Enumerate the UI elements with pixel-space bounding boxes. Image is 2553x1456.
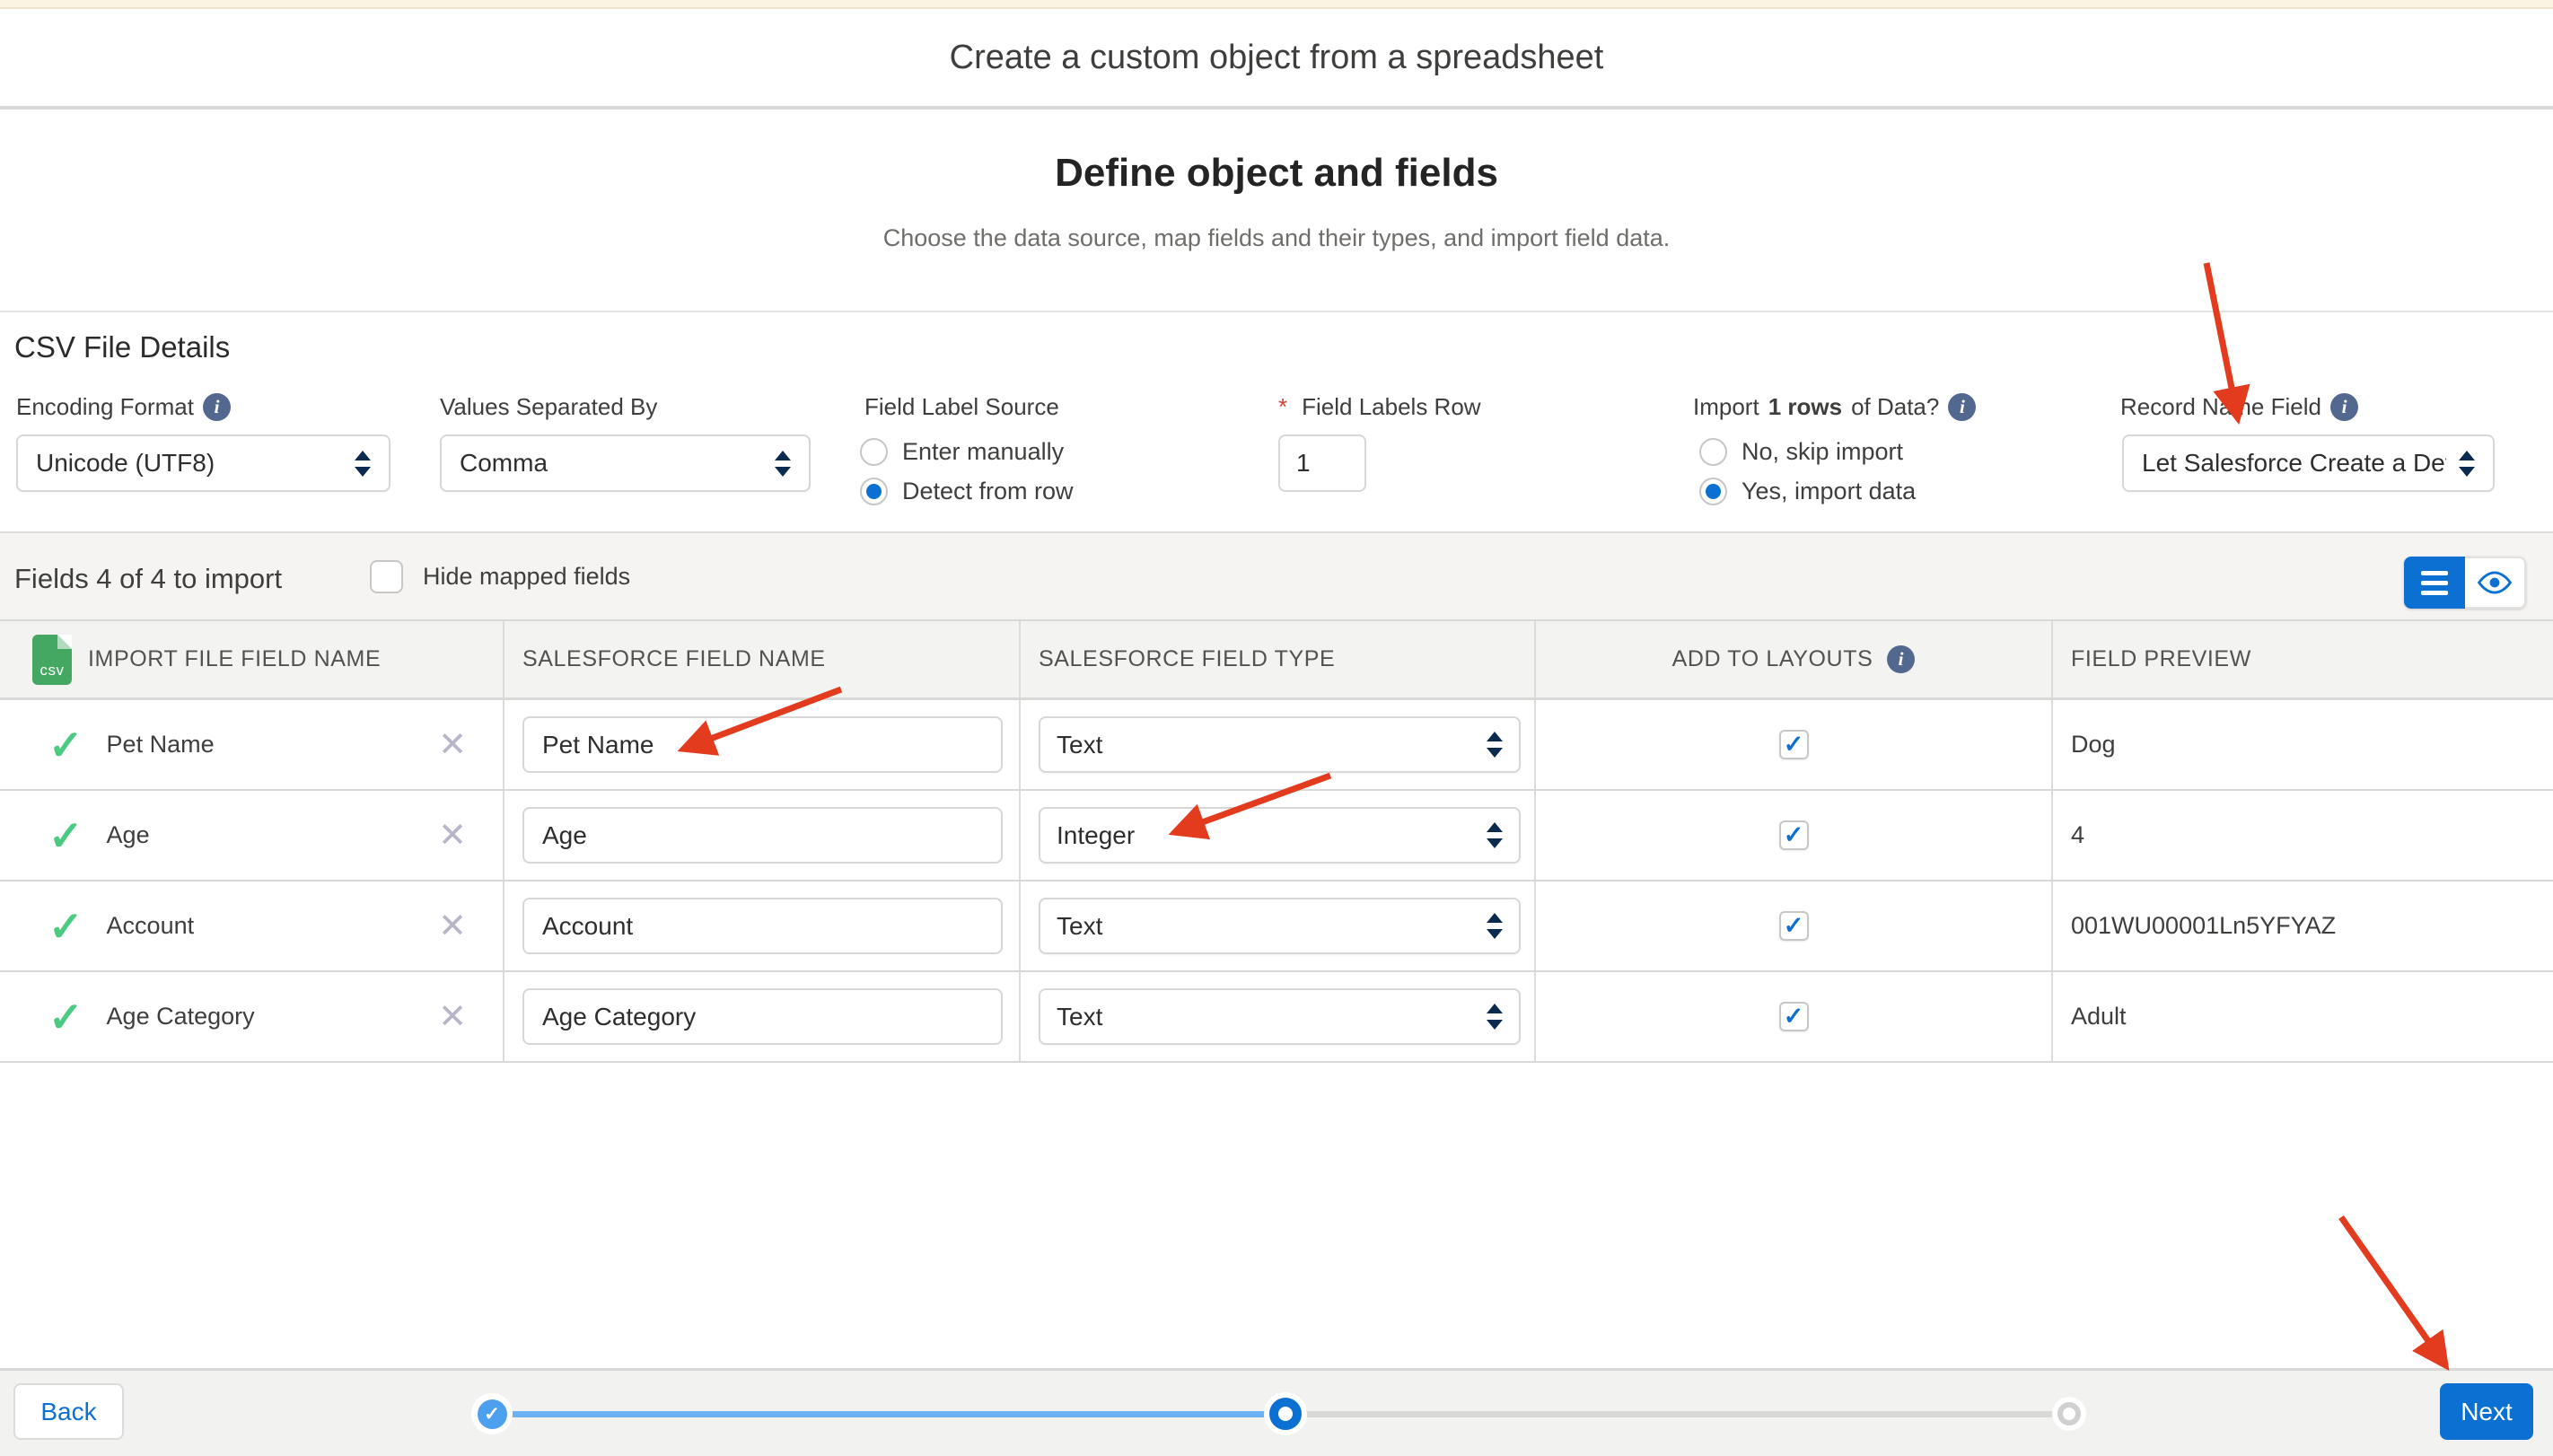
add-to-layouts-checkbox[interactable]: ✓ <box>1779 820 1809 850</box>
annotation-arrow-record-name-field <box>2206 263 2237 415</box>
salesforce-field-name-input[interactable] <box>522 988 1003 1045</box>
salesforce-field-name-input[interactable] <box>522 807 1003 864</box>
table-row: ✓ Age ✕ Integer ✓ 4 <box>0 791 2553 881</box>
list-icon <box>2421 571 2448 595</box>
import-field-name: Age <box>107 821 439 849</box>
upcoming-step-dot <box>2057 1402 2081 1425</box>
header-salesforce-field-name: SALESFORCE FIELD NAME <box>504 621 1021 697</box>
csv-file-icon: csv <box>32 635 72 685</box>
wizard-title-bar: Create a custom object from a spreadshee… <box>0 9 2553 110</box>
record-name-field-label: Record Name Field i <box>2120 393 2358 421</box>
back-button[interactable]: Back <box>13 1383 124 1440</box>
info-icon[interactable]: i <box>203 393 231 421</box>
progress-step-2-current <box>1264 1392 1307 1435</box>
radio-detect-from-row[interactable]: Detect from row <box>860 472 1074 510</box>
fields-count-title: Fields 4 of 4 to import <box>14 563 282 595</box>
add-to-layouts-checkbox[interactable]: ✓ <box>1779 730 1809 759</box>
stepper-arrows-icon <box>1487 822 1503 848</box>
mapped-check-icon: ✓ <box>48 721 83 769</box>
stepper-arrows-icon <box>775 451 791 477</box>
field-label-source-label: Field Label Source <box>864 393 1059 421</box>
import-field-name: Account <box>107 912 439 940</box>
hide-mapped-fields-toggle[interactable]: Hide mapped fields <box>370 560 630 593</box>
step-heading: Define object and fields <box>0 151 2553 196</box>
field-labels-row-label: * Field Labels Row <box>1278 393 1481 421</box>
radio-selected-icon <box>1699 478 1727 505</box>
salesforce-field-type-select[interactable]: Text <box>1039 716 1521 773</box>
radio-icon <box>860 438 888 466</box>
view-toggle-group <box>2404 557 2526 609</box>
table-row: ✓ Age Category ✕ Text ✓ Adult <box>0 972 2553 1063</box>
header-import-file-field-name: csv IMPORT FILE FIELD NAME <box>0 621 504 697</box>
progress-line-completed <box>499 1411 1285 1417</box>
header-salesforce-field-type: SALESFORCE FIELD TYPE <box>1021 621 1536 697</box>
radio-no-skip-import[interactable]: No, skip import <box>1699 433 1903 470</box>
preview-view-button[interactable] <box>2465 557 2526 609</box>
remove-field-icon[interactable]: ✕ <box>438 906 467 946</box>
import-field-name: Pet Name <box>107 731 439 759</box>
values-separated-select[interactable]: Comma <box>440 434 811 492</box>
current-step-dot <box>1269 1398 1302 1430</box>
remove-field-icon[interactable]: ✕ <box>438 996 467 1037</box>
next-button[interactable]: Next <box>2440 1383 2533 1440</box>
step-subheading: Choose the data source, map fields and t… <box>0 224 2553 252</box>
mapped-check-icon: ✓ <box>48 811 83 860</box>
stepper-arrows-icon <box>1487 913 1503 939</box>
salesforce-field-type-select[interactable]: Text <box>1039 988 1521 1045</box>
encoding-format-select[interactable]: Unicode (UTF8) <box>16 434 390 492</box>
salesforce-field-type-select[interactable]: Text <box>1039 898 1521 954</box>
salesforce-field-type-select[interactable]: Integer <box>1039 807 1521 864</box>
import-rows-label: Import 1 rows of Data? i <box>1693 393 1976 421</box>
info-icon[interactable]: i <box>1948 393 1976 421</box>
mapped-check-icon: ✓ <box>48 993 83 1041</box>
values-separated-label: Values Separated By <box>440 393 657 421</box>
top-notification-sliver <box>0 0 2553 9</box>
record-name-field-select[interactable]: Let Salesforce Create a Defau <box>2122 434 2495 492</box>
field-preview-value: Adult <box>2071 1003 2127 1031</box>
add-to-layouts-checkbox[interactable]: ✓ <box>1779 1002 1809 1031</box>
encoding-format-label: Encoding Format i <box>16 393 231 421</box>
table-header-row: csv IMPORT FILE FIELD NAME SALESFORCE FI… <box>0 621 2553 700</box>
field-preview-value: Dog <box>2071 731 2116 759</box>
import-field-name: Age Category <box>107 1003 439 1031</box>
remove-field-icon[interactable]: ✕ <box>438 815 467 855</box>
csv-details-title: CSV File Details <box>14 330 230 364</box>
progress-step-1-completed: ✓ <box>471 1393 513 1434</box>
eye-icon <box>2478 570 2512 595</box>
radio-yes-import-data[interactable]: Yes, import data <box>1699 472 1916 510</box>
info-icon[interactable]: i <box>1887 645 1915 673</box>
table-row: ✓ Account ✕ Text ✓ 001WU00001Ln5YFYAZ <box>0 881 2553 972</box>
field-mapping-table: csv IMPORT FILE FIELD NAME SALESFORCE FI… <box>0 621 2553 1063</box>
stepper-arrows-icon <box>1487 732 1503 758</box>
header-field-preview: FIELD PREVIEW <box>2053 621 2553 697</box>
table-row: ✓ Pet Name ✕ Text ✓ Dog <box>0 700 2553 791</box>
checkbox-unchecked-icon[interactable] <box>370 560 403 593</box>
radio-selected-icon <box>860 478 888 505</box>
section-divider <box>0 311 2553 312</box>
stepper-arrows-icon <box>2459 451 2475 477</box>
stepper-arrows-icon <box>1487 1004 1503 1030</box>
step-check-icon: ✓ <box>478 1399 507 1429</box>
radio-enter-manually[interactable]: Enter manually <box>860 433 1064 470</box>
field-preview-value: 4 <box>2071 821 2084 849</box>
salesforce-field-name-input[interactable] <box>522 716 1003 773</box>
field-preview-value: 001WU00001Ln5YFYAZ <box>2071 912 2336 940</box>
salesforce-field-name-input[interactable] <box>522 898 1003 954</box>
list-view-button[interactable] <box>2404 557 2465 609</box>
stepper-arrows-icon <box>355 451 371 477</box>
add-to-layouts-checkbox[interactable]: ✓ <box>1779 911 1809 941</box>
remove-field-icon[interactable]: ✕ <box>438 724 467 765</box>
info-icon[interactable]: i <box>2330 393 2358 421</box>
annotation-arrow-next-button <box>2341 1217 2443 1363</box>
progress-line-remaining <box>1285 1411 2070 1417</box>
progress-step-3-upcoming <box>2052 1397 2086 1431</box>
radio-icon <box>1699 438 1727 466</box>
mapped-check-icon: ✓ <box>48 902 83 951</box>
page-title: Create a custom object from a spreadshee… <box>0 9 2553 106</box>
header-add-to-layouts: ADD TO LAYOUTS i <box>1536 621 2053 697</box>
field-labels-row-input[interactable] <box>1278 434 1366 492</box>
